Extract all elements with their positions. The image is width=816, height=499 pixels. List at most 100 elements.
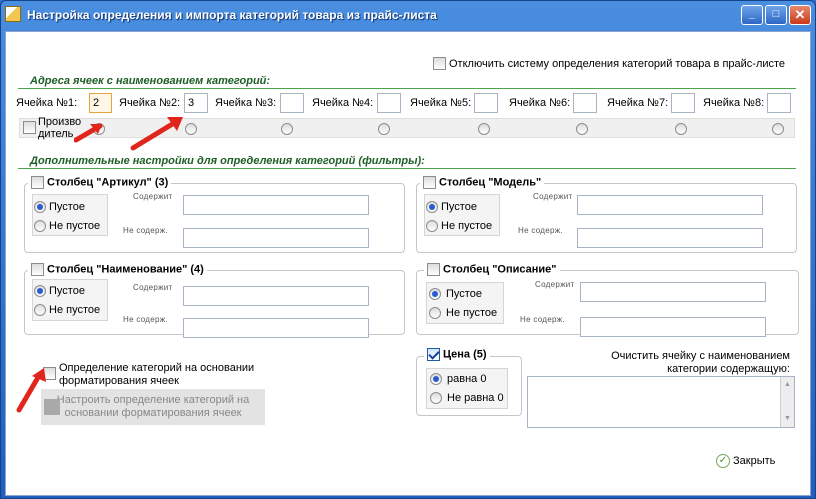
cell-6-label: Ячейка №6: — [509, 97, 571, 109]
manufacturer-radio-4[interactable] — [378, 123, 390, 135]
filter-model-empty-radio[interactable] — [426, 201, 438, 213]
filter-description-title-text: Столбец "Описание" — [443, 263, 557, 276]
filter-description-contains-input[interactable] — [580, 282, 766, 302]
clear-cell-scrollbar[interactable]: ▲ ▼ — [780, 377, 794, 427]
filter-article-empty-radio[interactable] — [34, 201, 46, 213]
close-button-label: Закрыть — [733, 454, 776, 467]
filter-description-empty-label: Пустое — [446, 288, 482, 300]
cell-5-input[interactable] — [474, 93, 498, 113]
clear-cell-textarea[interactable] — [527, 376, 795, 428]
cell-1-label: Ячейка №1: — [16, 97, 78, 109]
filter-group-price-title: Цена (5) — [424, 348, 490, 361]
minimize-button[interactable]: _ — [741, 5, 763, 25]
filter-article-not-empty-radio[interactable] — [34, 220, 46, 232]
filter-name-empty-label: Пустое — [49, 285, 85, 297]
filter-model-contains-input[interactable] — [577, 195, 763, 215]
filter-price-zero-radio[interactable] — [430, 373, 442, 385]
filter-description-not-contains-label: Не содерж. — [520, 315, 565, 324]
disable-system-checkbox[interactable] — [433, 57, 446, 70]
filter-article-contains-label: Содержит — [133, 192, 173, 201]
filter-price-not-zero-radio[interactable] — [430, 392, 442, 404]
filter-price-title-text: Цена (5) — [443, 348, 487, 361]
title-bar[interactable]: Настройка определения и импорта категори… — [1, 1, 815, 31]
format-detection-label-line2: форматирования ячеек — [59, 375, 179, 387]
cell-2-input[interactable] — [184, 93, 208, 113]
filter-model-not-empty-label: Не пустое — [441, 220, 493, 232]
manufacturer-checkbox[interactable] — [23, 121, 36, 134]
filter-model-not-contains-input[interactable] — [577, 228, 763, 248]
filter-group-name-title: Столбец "Наименование" (4) — [28, 263, 207, 276]
clear-cell-label: Очистить ячейку с наименованием категори… — [526, 350, 790, 376]
arrow-annotation-3 — [16, 368, 46, 413]
cell-3-input[interactable] — [280, 93, 304, 113]
manufacturer-radio-3[interactable] — [281, 123, 293, 135]
clear-cell-label-line1: Очистить ячейку с наименованием — [611, 350, 790, 362]
section-divider — [18, 88, 796, 89]
filter-article-title-text: Столбец "Артикул" (3) — [47, 176, 169, 189]
cell-3-label: Ячейка №3: — [215, 97, 277, 109]
cell-8-label: Ячейка №8: — [703, 97, 765, 109]
filter-name-not-contains-label: Не содерж. — [123, 315, 168, 324]
manufacturer-radio-5[interactable] — [478, 123, 490, 135]
filter-article-not-contains-input[interactable] — [183, 228, 369, 248]
scroll-up-icon[interactable]: ▲ — [784, 381, 791, 388]
app-icon — [5, 6, 21, 22]
filter-model-title-text: Столбец "Модель" — [439, 176, 542, 189]
manufacturer-radio-7[interactable] — [675, 123, 687, 135]
filter-description-empty-radio[interactable] — [429, 288, 441, 300]
filter-name-checkbox[interactable] — [31, 263, 44, 276]
format-detection-label-line1: Определение категорий на основании — [59, 362, 255, 374]
filter-description-not-empty-label: Не пустое — [446, 307, 498, 319]
filter-article-checkbox[interactable] — [31, 176, 44, 189]
filter-article-contains-input[interactable] — [183, 195, 369, 215]
filter-price-checkbox[interactable] — [427, 348, 440, 361]
filter-model-not-empty-radio[interactable] — [426, 220, 438, 232]
cell-4-input[interactable] — [377, 93, 401, 113]
cell-7-input[interactable] — [671, 93, 695, 113]
filter-name-not-empty-label: Не пустое — [49, 304, 101, 316]
filter-description-not-empty-radio[interactable] — [429, 307, 441, 319]
configure-format-button[interactable]: Настроить определение категорий на основ… — [41, 389, 265, 425]
maximize-button[interactable]: □ — [765, 5, 787, 25]
filter-name-contains-label: Содержит — [133, 283, 173, 292]
manufacturer-radio-2[interactable] — [185, 123, 197, 135]
filter-price-zero-label: равна 0 — [447, 373, 487, 385]
filter-description-not-contains-input[interactable] — [580, 317, 766, 337]
filter-name-title-text: Столбец "Наименование" (4) — [47, 263, 204, 276]
manufacturer-radio-6[interactable] — [576, 123, 588, 135]
filter-model-contains-label: Содержит — [533, 192, 573, 201]
dialog-window: Настройка определения и импорта категори… — [0, 0, 816, 499]
filter-name-not-empty-radio[interactable] — [34, 304, 46, 316]
filter-article-not-contains-label: Не содерж. — [123, 226, 168, 235]
cell-6-input[interactable] — [573, 93, 597, 113]
dialog-body: Отключить систему определения категорий … — [5, 31, 811, 496]
cell-7-label: Ячейка №7: — [607, 97, 669, 109]
cell-1-input[interactable] — [89, 93, 112, 113]
disable-system-label: Отключить систему определения категорий … — [449, 58, 786, 70]
filter-name-contains-input[interactable] — [183, 286, 369, 306]
clear-cell-label-line2: категории содержащую: — [667, 363, 790, 375]
close-button[interactable]: ✓ Закрыть — [716, 454, 775, 472]
cell-addresses-heading: Адреса ячеек с наименованием категорий: — [30, 75, 271, 87]
filter-description-contains-label: Содержит — [535, 280, 575, 289]
manufacturer-label-line2: дитель — [38, 128, 74, 140]
filter-article-empty-label: Пустое — [49, 201, 85, 213]
filter-name-not-contains-input[interactable] — [183, 318, 369, 338]
arrow-annotation-2 — [130, 117, 183, 151]
filter-model-checkbox[interactable] — [423, 176, 436, 189]
cell-4-label: Ячейка №4: — [312, 97, 374, 109]
filter-model-not-contains-label: Не содерж. — [518, 226, 563, 235]
filter-name-empty-radio[interactable] — [34, 285, 46, 297]
arrow-annotation-1 — [74, 123, 103, 143]
window-title: Настройка определения и импорта категори… — [27, 8, 437, 22]
configure-format-line2: основании форматирования ячеек — [64, 407, 242, 419]
filter-price-not-zero-label: Не равна 0 — [447, 392, 504, 404]
configure-format-line1: Настроить определение категорий на — [56, 394, 250, 406]
cell-8-input[interactable] — [767, 93, 791, 113]
manufacturer-radio-8[interactable] — [772, 123, 784, 135]
filter-group-description-title: Столбец "Описание" — [424, 263, 560, 276]
filter-group-model-title: Столбец "Модель" — [420, 176, 545, 189]
scroll-down-icon[interactable]: ▼ — [784, 415, 791, 422]
close-window-button[interactable]: ✕ — [789, 5, 811, 25]
filter-description-checkbox[interactable] — [427, 263, 440, 276]
